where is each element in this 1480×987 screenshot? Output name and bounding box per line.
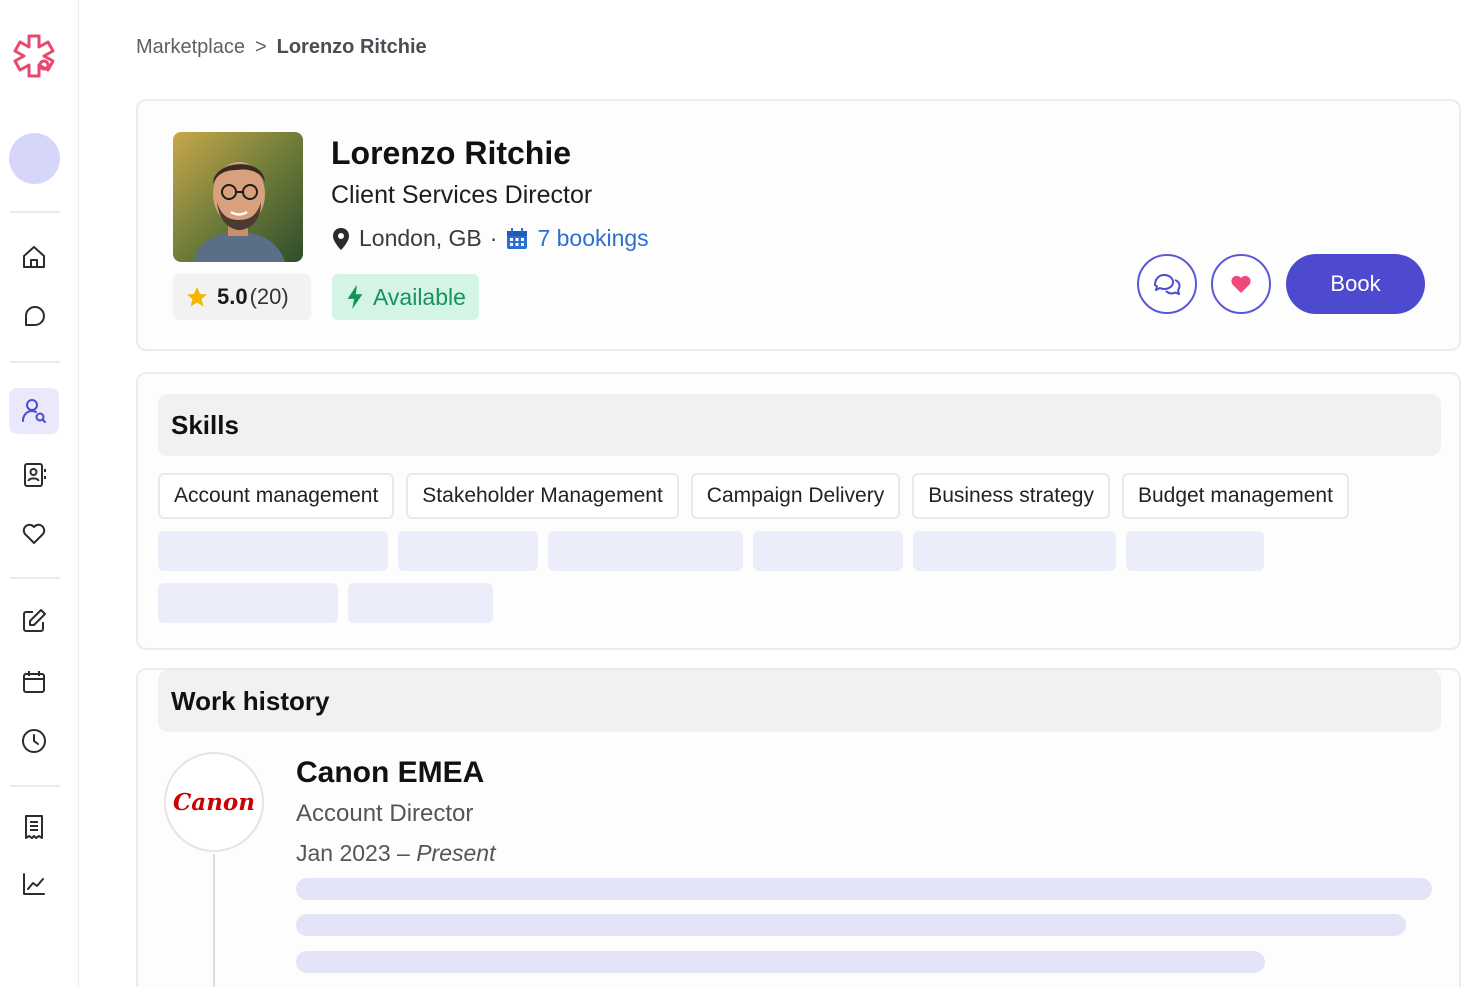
clock-icon[interactable] (9, 718, 59, 764)
profile-title: Client Services Director (331, 181, 593, 209)
availability-badge: Available (332, 274, 479, 320)
book-button[interactable]: Book (1286, 254, 1425, 314)
skill-chip[interactable]: Business strategy (912, 473, 1110, 519)
skeleton-chip (398, 531, 538, 571)
message-button[interactable] (1137, 254, 1197, 314)
favorite-button[interactable] (1211, 254, 1271, 314)
divider (10, 577, 60, 579)
receipt-icon[interactable] (9, 804, 59, 850)
logo-icon[interactable] (10, 32, 58, 80)
skeleton-chip (1126, 531, 1264, 571)
divider (10, 361, 60, 363)
star-icon (187, 287, 207, 307)
skill-chip[interactable]: Budget management (1121, 473, 1349, 519)
skeleton-chip (158, 583, 338, 623)
location-pin-icon (333, 227, 349, 250)
skill-chip[interactable]: Stakeholder Management (406, 473, 679, 519)
rating-badge: 5.0 (20) (173, 274, 311, 320)
job-end: Present (416, 840, 496, 866)
job-position: Account Director (296, 800, 474, 827)
person-search-icon[interactable] (9, 388, 59, 434)
contact-card-icon[interactable] (9, 452, 59, 498)
skeleton-chip (348, 583, 493, 623)
work-history-heading: Work history (158, 670, 1441, 732)
chat-icon[interactable] (9, 294, 59, 340)
skeleton-line (296, 878, 1432, 900)
avatar[interactable] (9, 133, 60, 184)
sidebar (0, 0, 79, 987)
profile-location: London, GB (359, 225, 482, 251)
profile-photo (173, 132, 303, 262)
availability-label: Available (373, 283, 466, 310)
chart-icon[interactable] (9, 861, 59, 907)
rating-count: (20) (249, 284, 289, 309)
skill-chip[interactable]: Campaign Delivery (690, 473, 901, 519)
heart-icon[interactable] (9, 511, 59, 557)
work-history-card: Work history Canon Canon EMEA Account Di… (136, 668, 1461, 987)
meta-dot: · (489, 225, 498, 251)
calendar-icon[interactable] (9, 659, 59, 705)
edit-icon[interactable] (9, 598, 59, 644)
skills-list: Account management Stakeholder Managemen… (158, 473, 1349, 519)
skeleton-line (296, 914, 1406, 936)
heart-icon (1231, 275, 1251, 293)
bookings-link[interactable]: 7 bookings (537, 225, 648, 252)
breadcrumb-current: Lorenzo Ritchie (276, 36, 427, 58)
company-logo: Canon (164, 752, 264, 852)
profile-card: 5.0 (20) Lorenzo Ritchie Client Services… (136, 99, 1461, 351)
skill-chip[interactable]: Account management (158, 473, 395, 519)
skeleton-chip (158, 531, 388, 571)
job-start: Jan 2023 (296, 840, 391, 866)
company-name: Canon EMEA (296, 756, 485, 789)
home-icon[interactable] (9, 234, 59, 280)
skeleton-chip (753, 531, 903, 571)
job-period: Jan 2023 – Present (296, 840, 495, 867)
chat-bubbles-icon (1154, 274, 1181, 295)
timeline-line (213, 854, 215, 987)
profile-name: Lorenzo Ritchie (331, 135, 572, 171)
skeleton-chip (548, 531, 743, 571)
divider (10, 785, 60, 787)
skills-heading: Skills (158, 394, 1441, 456)
divider (10, 211, 60, 213)
breadcrumb-separator: > (254, 36, 267, 58)
breadcrumb: Marketplace > Lorenzo Ritchie (136, 36, 427, 59)
skeleton-line (296, 951, 1265, 973)
rating-score: 5.0 (217, 284, 248, 309)
skeleton-chip (913, 531, 1116, 571)
job-dash: – (397, 840, 410, 866)
lightning-icon (347, 284, 363, 310)
calendar-icon (507, 227, 528, 249)
breadcrumb-parent[interactable]: Marketplace (136, 36, 245, 59)
profile-meta: London, GB · 7 bookings (331, 225, 649, 252)
skills-card: Skills Account management Stakeholder Ma… (136, 372, 1461, 650)
